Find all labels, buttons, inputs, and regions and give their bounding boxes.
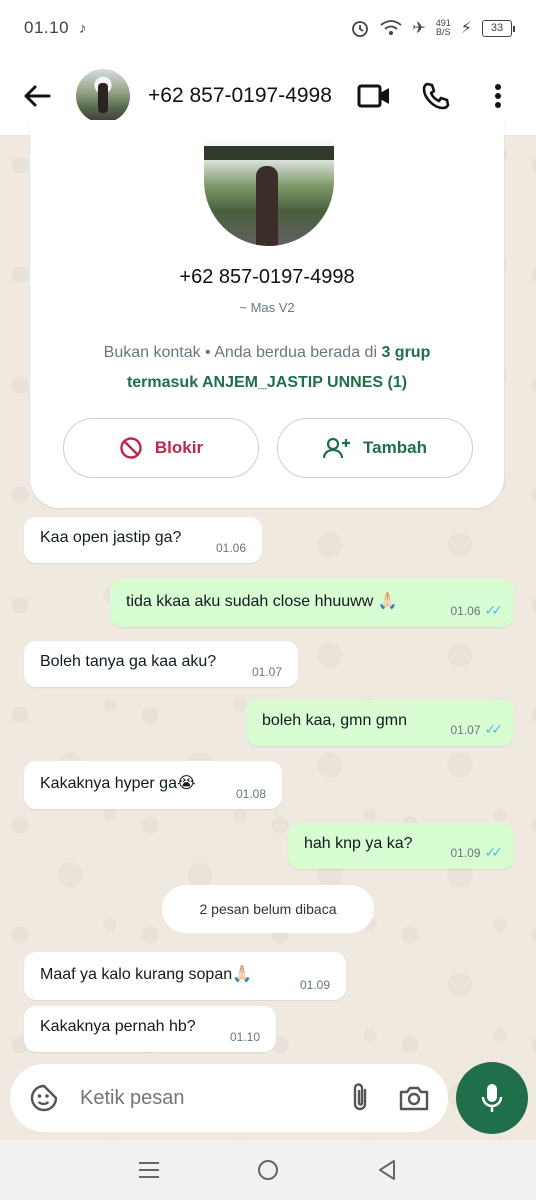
time-value: 01.10 — [229, 1030, 260, 1044]
attach-button[interactable] — [342, 1080, 378, 1116]
message-text: Kakaknya pernah hb? — [40, 1018, 196, 1035]
read-tick-icon: ✓✓ — [484, 721, 504, 737]
info-prefix: Bukan kontak • Anda berdua berada di — [103, 344, 382, 361]
message-text: Kaa open jastip ga? — [40, 529, 182, 546]
charging-icon: ⚡ — [460, 20, 472, 37]
battery-level: 33 — [490, 22, 504, 34]
battery-icon: 33 — [482, 19, 515, 37]
triangle-back-icon — [378, 1160, 395, 1180]
add-label: Tambah — [363, 438, 427, 457]
message-composer — [10, 1064, 448, 1132]
network-speed: 491 B/S — [436, 19, 451, 37]
system-nav-bar — [0, 1140, 536, 1200]
message-incoming[interactable]: Boleh tanya ga kaa aku? 01.07 — [24, 641, 298, 687]
profile-photo[interactable] — [204, 136, 334, 246]
message-time: 01.06 ✓✓ — [450, 602, 504, 619]
message-outgoing[interactable]: hah knp ya ka? 01.09 ✓✓ — [288, 823, 514, 869]
message-time: 01.06 — [216, 541, 246, 555]
time-value: 01.07 — [251, 665, 282, 679]
recents-button[interactable] — [129, 1150, 169, 1190]
voice-call-button[interactable] — [418, 78, 454, 114]
card-phone-number: +62 857-0197-4998 — [179, 266, 355, 288]
status-time: 01.10 — [24, 18, 70, 37]
back-button[interactable] — [20, 79, 54, 113]
tiktok-icon: ♪ — [79, 19, 87, 37]
camera-icon — [399, 1086, 429, 1111]
airplane-icon: ✈ — [412, 20, 426, 37]
block-button[interactable]: Blokir — [63, 418, 259, 478]
message-time: 01.09 ✓✓ — [450, 844, 504, 861]
message-time: 01.08 — [236, 787, 266, 801]
mic-icon — [481, 1084, 503, 1112]
time-value: 01.07 — [450, 722, 481, 737]
speed-unit: B/S — [435, 27, 451, 37]
time-value: 01.06 — [215, 541, 246, 555]
time-value: 01.08 — [235, 787, 266, 801]
home-button[interactable] — [248, 1150, 288, 1190]
more-options-button[interactable] — [480, 78, 516, 114]
emoji-button[interactable] — [26, 1080, 62, 1116]
time-value: 01.09 — [450, 845, 481, 860]
info-group-name[interactable]: termasuk ANJEM_JASTIP UNNES (1) — [127, 374, 407, 391]
message-text: Boleh tanya ga kaa aku? — [40, 653, 217, 670]
add-contact-button[interactable]: Tambah — [277, 418, 473, 478]
block-icon — [120, 437, 142, 459]
nav-back-button[interactable] — [367, 1150, 407, 1190]
contact-name[interactable]: +62 857-0197-4998 — [148, 84, 332, 108]
read-tick-icon: ✓✓ — [484, 844, 504, 860]
message-time: 01.07 — [252, 665, 282, 679]
contact-info-card: +62 857-0197-4998 ~ Mas V2 Bukan kontak … — [30, 120, 504, 508]
header-actions — [356, 78, 516, 114]
message-text: tida kkaa aku sudah close hhuuww 🙏🏻 — [126, 593, 398, 610]
arrow-left-icon — [24, 85, 51, 106]
message-time: 01.10 — [230, 1030, 260, 1044]
message-input[interactable] — [80, 1086, 310, 1110]
status-icons: ✈ 491 B/S ⚡ 33 — [350, 18, 515, 38]
unread-label: 2 pesan belum dibaca — [199, 901, 337, 917]
message-incoming[interactable]: Kakaknya hyper ga😭 01.08 — [24, 761, 282, 809]
message-text: boleh kaa, gmn gmn — [262, 712, 407, 729]
phone-icon — [422, 82, 450, 109]
video-call-button[interactable] — [356, 78, 392, 114]
paperclip-icon — [353, 1083, 367, 1111]
message-time: 01.07 ✓✓ — [450, 721, 504, 738]
time-value: 01.06 — [450, 603, 481, 618]
add-person-icon — [323, 437, 351, 459]
voice-message-button[interactable] — [456, 1062, 528, 1134]
video-camera-icon — [357, 84, 389, 107]
time-value: 01.09 — [299, 978, 330, 992]
home-circle-icon — [257, 1160, 278, 1180]
unread-messages-divider: 2 pesan belum dibaca — [162, 885, 374, 933]
card-alias: ~ Mas V2 — [239, 300, 295, 315]
read-tick-icon: ✓✓ — [484, 602, 504, 618]
message-text: Maaf ya kalo kurang sopan🙏🏻 — [40, 966, 253, 983]
info-groups-link[interactable]: 3 grup — [381, 344, 430, 361]
camera-button[interactable] — [396, 1080, 432, 1116]
alarm-icon — [352, 21, 369, 37]
message-incoming[interactable]: Kaa open jastip ga? 01.06 — [24, 517, 262, 563]
status-bar: 01.10 ♪ ✈ 491 B/S ⚡ 33 — [0, 0, 536, 56]
more-vert-icon — [495, 83, 501, 108]
message-outgoing[interactable]: tida kkaa aku sudah close hhuuww 🙏🏻 01.0… — [110, 579, 514, 627]
menu-icon — [139, 1162, 160, 1178]
avatar[interactable] — [76, 68, 130, 123]
message-incoming[interactable]: Maaf ya kalo kurang sopan🙏🏻 01.09 — [24, 952, 346, 1000]
sticker-icon — [30, 1084, 58, 1112]
message-text: hah knp ya ka? — [304, 835, 413, 852]
message-text: Kakaknya hyper ga😭 — [40, 775, 196, 792]
message-incoming[interactable]: Kakaknya pernah hb? 01.10 — [24, 1006, 276, 1052]
message-time: 01.09 — [300, 978, 330, 992]
message-outgoing[interactable]: boleh kaa, gmn gmn 01.07 ✓✓ — [246, 700, 514, 746]
card-group-info: Bukan kontak • Anda berdua berada di 3 g… — [50, 338, 484, 398]
wifi-icon — [380, 20, 402, 35]
block-label: Blokir — [154, 438, 204, 457]
